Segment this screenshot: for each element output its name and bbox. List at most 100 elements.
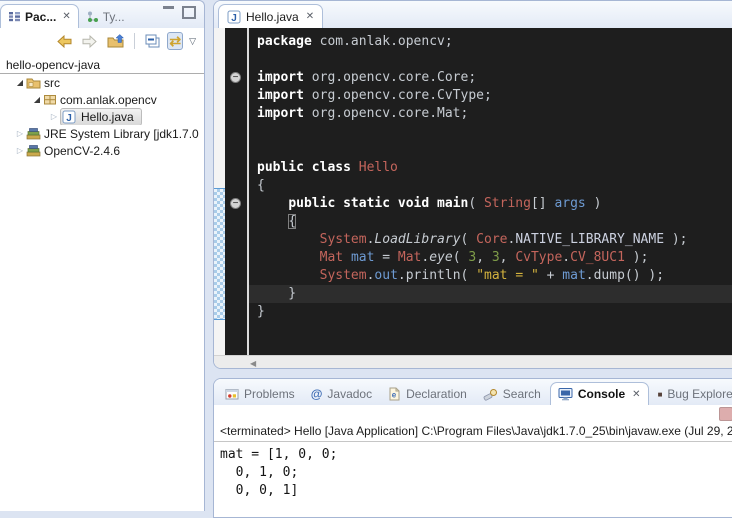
code-line[interactable]: package com.anlak.opencv; [249, 33, 732, 51]
horizontal-scrollbar[interactable]: ◀ [214, 355, 732, 369]
code-token [257, 232, 320, 247]
code-token: mat [562, 268, 585, 283]
expand-arrow-icon[interactable]: ▷ [14, 146, 26, 155]
code-token: Mat [320, 250, 343, 265]
tree-item-hello-java[interactable]: ▷ J Hello.java [0, 108, 204, 125]
close-icon[interactable]: ✕ [304, 11, 314, 22]
tab-package-explorer[interactable]: Pac... ✕ [0, 4, 79, 28]
library-icon [26, 144, 41, 157]
problems-icon [225, 387, 239, 401]
tree-item-label: hello-opencv-java [3, 58, 103, 72]
console-output[interactable]: mat = [1, 0, 0; 0, 1, 0; 0, 0, 1] [214, 442, 732, 504]
tab-declaration[interactable]: e Declaration [381, 383, 474, 405]
code-line[interactable] [249, 51, 732, 69]
editor-tab-label: Hello.java [246, 10, 299, 24]
javadoc-icon: @ [311, 387, 323, 401]
range-indicator [214, 188, 225, 320]
code-area[interactable]: package com.anlak.opencv; import org.open… [249, 28, 732, 355]
code-line[interactable]: import org.opencv.core.CvType; [249, 87, 732, 105]
code-line[interactable]: System.LoadLibrary( Core.NATIVE_LIBRARY_… [249, 231, 732, 249]
bug-explorer-icon: ■ [658, 390, 663, 399]
editor-area: J Hello.java ✕ −− package com.anlak.open… [213, 0, 732, 369]
code-token: "mat = " [476, 268, 539, 283]
tab-label: Declaration [406, 387, 467, 401]
back-arrow-icon[interactable] [53, 33, 75, 50]
expand-arrow-icon[interactable]: ▷ [48, 112, 60, 121]
tab-bug-explorer[interactable]: ■ Bug Explorer [651, 383, 732, 405]
tab-hello-java[interactable]: J Hello.java ✕ [218, 4, 323, 28]
code-line[interactable]: Mat mat = Mat.eye( 3, 3, CvType.CV_8UC1 … [249, 249, 732, 267]
code-token: ( [453, 250, 469, 265]
expand-arrow-icon[interactable]: ▷ [14, 129, 26, 138]
tree-item-opencv-library[interactable]: ▷ OpenCV-2.4.6 [0, 142, 204, 159]
code-token: String [484, 196, 531, 211]
fold-collapse-icon[interactable]: − [230, 198, 241, 209]
code-token: public class [257, 160, 359, 175]
code-line[interactable]: import org.opencv.core.Core; [249, 69, 732, 87]
tab-search[interactable]: Search [476, 383, 548, 405]
tab-javadoc[interactable]: @ Javadoc [304, 383, 379, 405]
code-line[interactable]: { [249, 213, 732, 231]
annotation-ruler[interactable] [214, 28, 225, 355]
fold-collapse-icon[interactable]: − [230, 72, 241, 83]
tab-type-hierarchy[interactable]: Ty... [79, 5, 132, 28]
up-folder-icon[interactable] [105, 33, 127, 50]
fold-gutter[interactable]: −− [225, 28, 249, 355]
close-icon[interactable]: ✕ [630, 389, 640, 400]
minimize-icon[interactable] [163, 6, 174, 18]
code-token: import [257, 106, 304, 121]
code-token: ( [461, 232, 477, 247]
tab-problems[interactable]: Problems [218, 383, 302, 405]
tree-item-src[interactable]: ◢ src [0, 74, 204, 91]
code-line[interactable] [249, 141, 732, 159]
tree-selection: J Hello.java [60, 108, 142, 125]
code-token: = [374, 250, 397, 265]
tree-item-package[interactable]: ◢ com.anlak.opencv [0, 91, 204, 108]
forward-arrow-icon[interactable] [79, 33, 101, 50]
code-token [257, 214, 288, 229]
maximize-icon[interactable] [182, 6, 196, 19]
code-line[interactable] [249, 123, 732, 141]
package-icon [43, 93, 57, 106]
code-line[interactable]: import org.opencv.core.Mat; [249, 105, 732, 123]
scroll-left-icon[interactable]: ◀ [250, 359, 256, 368]
console-tabbar: Problems @ Javadoc e Declaration Search … [214, 379, 732, 405]
code-token: public static void main [288, 196, 468, 211]
code-token: 3 [468, 250, 476, 265]
code-token: com.anlak.opencv; [312, 34, 453, 49]
code-line[interactable]: System.out.println( "mat = " + mat.dump(… [249, 267, 732, 285]
code-line[interactable]: public class Hello [249, 159, 732, 177]
expand-arrow-icon[interactable]: ◢ [31, 95, 43, 104]
code-line[interactable]: public static void main( String[] args ) [249, 195, 732, 213]
expand-arrow-icon[interactable]: ◢ [14, 78, 26, 87]
tree-item-jre-library[interactable]: ▷ JRE System Library [jdk1.7.0 [0, 125, 204, 142]
type-hierarchy-icon [86, 10, 99, 23]
tab-console[interactable]: Console ✕ [550, 382, 649, 405]
code-line[interactable]: } [249, 303, 732, 321]
declaration-icon: e [388, 387, 401, 401]
code-line[interactable]: } [249, 285, 732, 303]
collapse-all-icon[interactable] [142, 32, 163, 50]
code-token: { [288, 214, 296, 229]
code-token: org.opencv.core.Mat; [304, 106, 468, 121]
tab-label: Bug Explorer [667, 387, 732, 401]
code-token [257, 250, 320, 265]
code-token: .println( [398, 268, 476, 283]
code-line[interactable]: { [249, 177, 732, 195]
terminate-button[interactable] [719, 407, 732, 421]
package-explorer-tabbar: Pac... ✕ Ty... [0, 1, 204, 28]
view-menu-icon[interactable]: ▽ [187, 36, 198, 47]
code-token: import [257, 70, 304, 85]
editor-body: −− package com.anlak.opencv;import org.o… [214, 28, 732, 355]
tree-item-label: OpenCV-2.4.6 [41, 144, 123, 158]
code-token: .dump() ); [586, 268, 664, 283]
tree-item-label: JRE System Library [jdk1.7.0 [41, 127, 202, 141]
close-icon[interactable]: ✕ [60, 11, 70, 22]
tree-item-project[interactable]: hello-opencv-java [0, 56, 204, 74]
link-with-editor-icon[interactable]: ⇄ [167, 32, 183, 50]
tab-label: Javadoc [327, 387, 372, 401]
code-token: package [257, 34, 312, 49]
tab-label: Ty... [103, 10, 125, 24]
code-token: mat [351, 250, 374, 265]
code-token: [] [531, 196, 554, 211]
